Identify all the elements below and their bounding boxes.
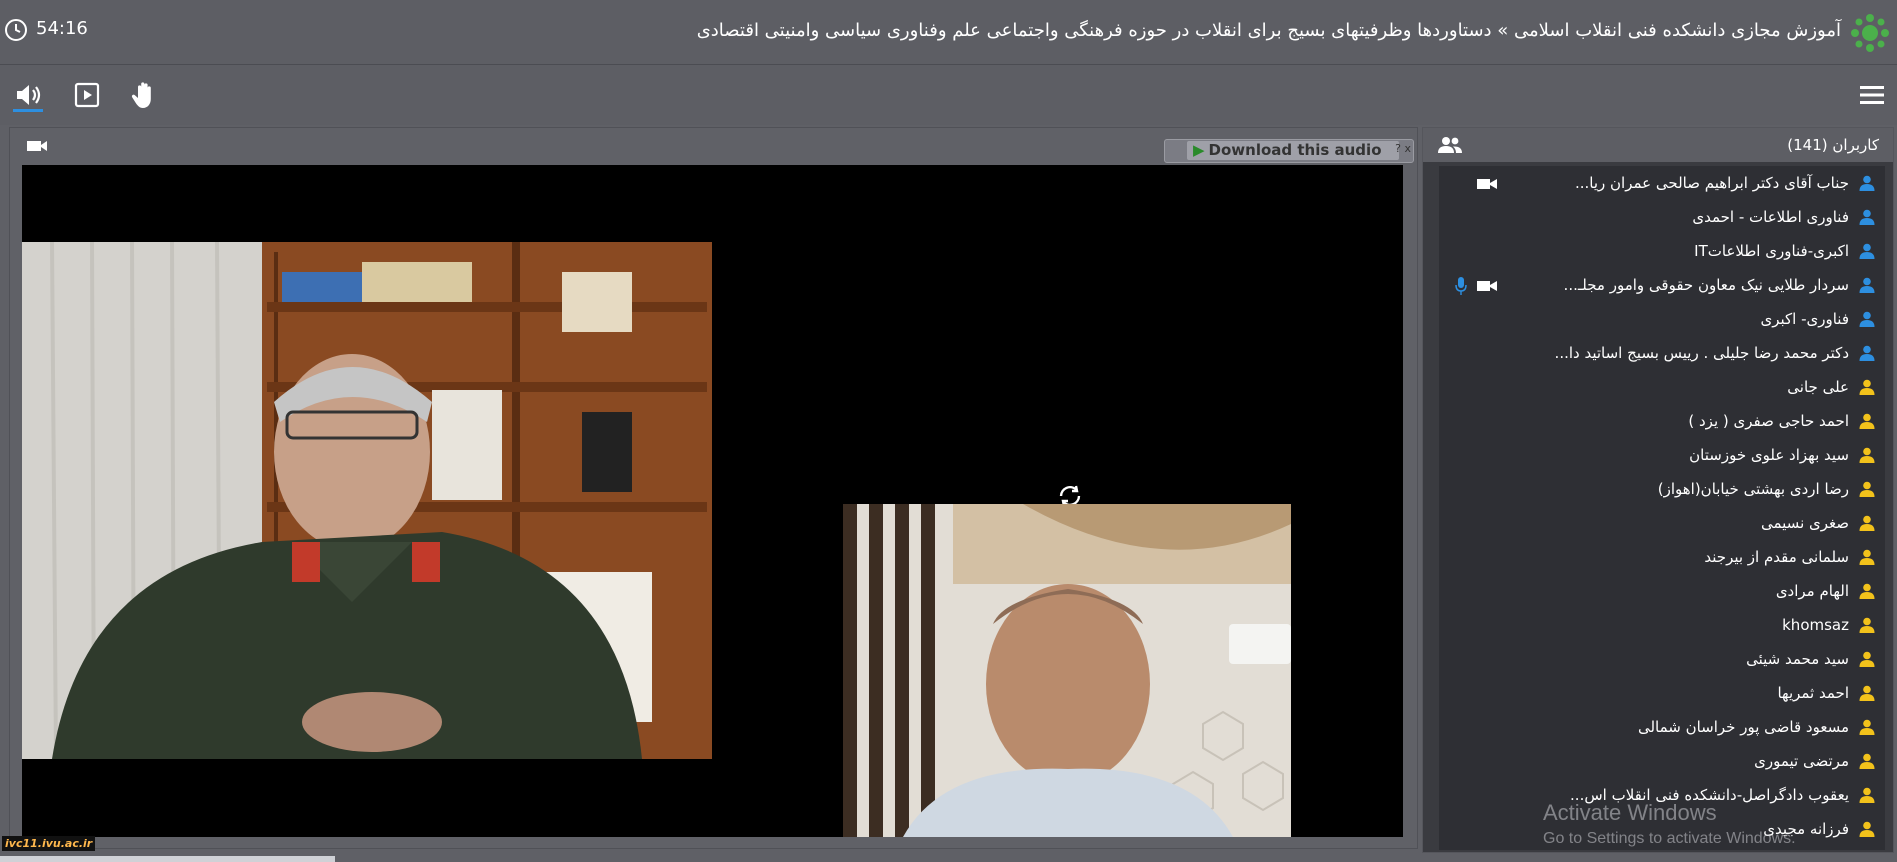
user-person-icon [1859, 345, 1875, 361]
user-person-icon [1859, 413, 1875, 429]
user-list-item[interactable]: سید محمد شیئی [1439, 642, 1885, 676]
user-person-icon [1859, 787, 1875, 803]
user-name: فناوری اطلاعات - احمدی [1692, 208, 1849, 226]
user-name: رضا اردی بهشتی خیابان(اهواز) [1657, 480, 1849, 498]
user-list-item[interactable]: علی جانی [1439, 370, 1885, 404]
active-tab-indicator [13, 109, 43, 112]
user-name: مرتضی تیموری [1754, 752, 1849, 770]
presentation-icon[interactable] [71, 79, 103, 111]
user-name: دکتر محمد رضا جلیلی . رییس بسیج اساتید د… [1554, 344, 1849, 362]
activate-windows-subtitle: Go to Settings to activate Windows. [1543, 830, 1796, 847]
user-name: احمد حاجی صفری ( یزد ) [1688, 412, 1849, 430]
play-icon: ▶ [1193, 141, 1205, 159]
user-list-item[interactable]: khomsaz [1439, 608, 1885, 642]
user-person-icon [1859, 175, 1875, 191]
user-name: الهام مرادی [1775, 582, 1849, 600]
user-person-icon [1859, 209, 1875, 225]
user-list-item[interactable]: احمد ثمریها [1439, 676, 1885, 710]
user-list-item[interactable]: مسعود قاضی پور خراسان شمالی [1439, 710, 1885, 744]
users-icon[interactable] [1437, 136, 1463, 154]
taskbar-strip [0, 856, 335, 862]
video-stage [22, 165, 1403, 837]
user-person-icon [1859, 311, 1875, 327]
user-name: سردار طلایی نیک معاون حقوقی وامور مجلـ..… [1563, 276, 1849, 294]
camera-icon[interactable] [26, 138, 48, 154]
user-person-icon [1859, 549, 1875, 565]
user-person-icon [1859, 821, 1875, 837]
users-panel-title: کاربران (141) [1787, 136, 1879, 154]
user-person-icon [1859, 515, 1875, 531]
user-name: علی جانی [1787, 378, 1849, 396]
video-feed-secondary[interactable] [843, 504, 1291, 837]
user-list-item[interactable]: فناوری- اکبری [1439, 302, 1885, 336]
user-list-item[interactable]: فناوری اطلاعات - احمدی [1439, 200, 1885, 234]
page-title: آموزش مجازی دانشکده فنی انقلاب اسلامی » … [696, 20, 1841, 41]
session-timer: 54:16 [36, 18, 88, 39]
user-camera-icon [1477, 281, 1497, 291]
user-list-item[interactable]: رضا اردی بهشتی خیابان(اهواز) [1439, 472, 1885, 506]
user-microphone-icon [1455, 277, 1467, 295]
user-list-item[interactable]: دکتر محمد رضا جلیلی . رییس بسیج اساتید د… [1439, 336, 1885, 370]
download-audio-bar: ▶ Download this audio ? x [1164, 139, 1414, 163]
user-name: فناوری- اکبری [1760, 310, 1849, 328]
title-bar: 54:16 آموزش مجازی دانشکده فنی انقلاب اسل… [0, 0, 1897, 65]
video-panel: ▶ Download this audio ? x [9, 127, 1418, 849]
user-name: سلمانی مقدم از بیرجند [1704, 548, 1849, 566]
user-person-icon [1859, 719, 1875, 735]
user-person-icon [1859, 447, 1875, 463]
user-list-item[interactable]: صغری نسیمی [1439, 506, 1885, 540]
raise-hand-icon[interactable] [128, 79, 160, 111]
user-list-item[interactable]: احمد حاجی صفری ( یزد ) [1439, 404, 1885, 438]
user-list-item[interactable]: مرتضی تیموری [1439, 744, 1885, 778]
download-audio-button[interactable]: ▶ Download this audio [1187, 141, 1399, 160]
participant-video-frame [843, 504, 1291, 837]
user-person-icon [1859, 277, 1875, 293]
video-feed-main[interactable] [22, 242, 712, 759]
user-person-icon [1859, 753, 1875, 769]
user-camera-icon [1477, 179, 1497, 189]
user-person-icon [1859, 617, 1875, 633]
user-name: احمد ثمریها [1777, 684, 1849, 702]
user-name: جناب آقای دکتر ابراهیم صالحی عمران ریا..… [1574, 174, 1849, 192]
clock-icon [5, 19, 27, 41]
activate-windows-title: Activate Windows [1543, 800, 1717, 825]
user-name: سید بهزاد علوی خوزستان [1689, 446, 1849, 464]
users-list[interactable]: جناب آقای دکتر ابراهیم صالحی عمران ریا..… [1439, 166, 1885, 850]
user-name: صغری نسیمی [1760, 514, 1849, 532]
speaker-icon[interactable] [12, 79, 44, 111]
user-list-item[interactable]: اکبری-فناوری اطلاعاتIT [1439, 234, 1885, 268]
users-panel-header: کاربران (141) [1423, 128, 1893, 162]
user-list-item[interactable]: جناب آقای دکتر ابراهیم صالحی عمران ریا..… [1439, 166, 1885, 200]
speaker-video-frame [22, 242, 712, 759]
user-list-item[interactable]: سلمانی مقدم از بیرجند [1439, 540, 1885, 574]
user-person-icon [1859, 243, 1875, 259]
user-list-item[interactable]: الهام مرادی [1439, 574, 1885, 608]
users-panel: کاربران (141) جناب آقای دکتر ابراهیم صال… [1422, 127, 1894, 853]
user-name: مسعود قاضی پور خراسان شمالی [1637, 718, 1849, 736]
user-list-item[interactable]: سید بهزاد علوی خوزستان [1439, 438, 1885, 472]
menu-icon[interactable] [1859, 83, 1885, 107]
user-name: khomsaz [1782, 616, 1849, 634]
download-bar-controls[interactable]: ? x [1395, 142, 1411, 155]
user-name: سید محمد شیئی [1746, 650, 1849, 668]
user-name: اکبری-فناوری اطلاعاتIT [1694, 242, 1849, 260]
user-person-icon [1859, 651, 1875, 667]
toolbar [0, 65, 1897, 125]
logo-icon [1851, 14, 1889, 52]
site-label: ivc11.ivu.ac.ir [2, 836, 96, 851]
user-person-icon [1859, 379, 1875, 395]
user-list-item[interactable]: سردار طلایی نیک معاون حقوقی وامور مجلـ..… [1439, 268, 1885, 302]
user-person-icon [1859, 583, 1875, 599]
user-person-icon [1859, 685, 1875, 701]
user-person-icon [1859, 481, 1875, 497]
